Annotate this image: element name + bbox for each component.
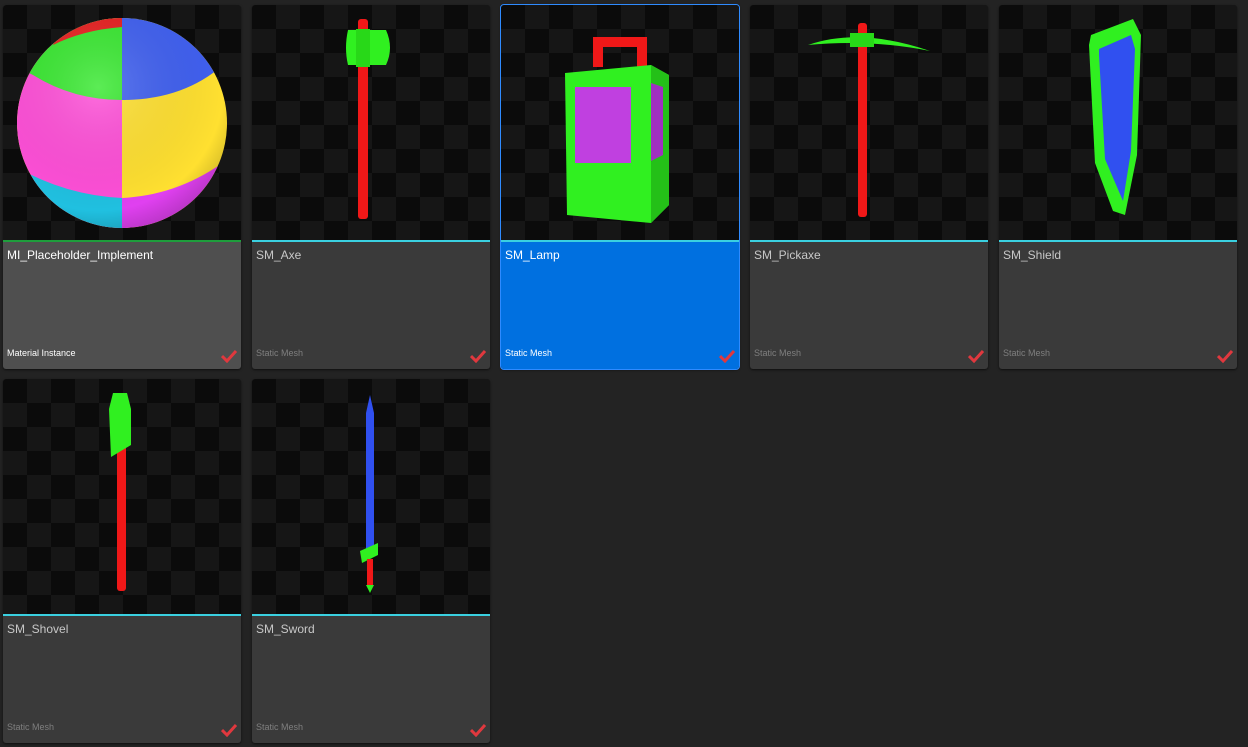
asset-type-strip xyxy=(999,240,1237,242)
asset-thumbnail xyxy=(999,5,1237,240)
axe-mesh-icon xyxy=(346,19,390,219)
lamp-mesh-icon xyxy=(565,37,669,223)
asset-type-label: Static Mesh xyxy=(1003,348,1051,358)
asset-type-label: Static Mesh xyxy=(256,722,304,732)
asset-thumbnail xyxy=(3,5,241,240)
asset-tile-sm-sword[interactable]: SM_Sword Static Mesh xyxy=(252,379,490,743)
asset-type-strip xyxy=(252,614,490,616)
shield-mesh-icon xyxy=(1089,19,1141,215)
asset-thumbnail xyxy=(252,5,490,240)
asset-type-label: Static Mesh xyxy=(256,348,304,358)
asset-type-strip xyxy=(750,240,988,242)
checkmark-icon xyxy=(968,349,984,363)
asset-tile-sm-lamp[interactable]: SM_Lamp Static Mesh xyxy=(500,4,740,370)
asset-tile-sm-pickaxe[interactable]: SM_Pickaxe Static Mesh xyxy=(750,5,988,369)
asset-type-strip xyxy=(3,614,241,616)
asset-type-label: Static Mesh xyxy=(754,348,802,358)
asset-name: SM_Sword xyxy=(256,622,315,636)
asset-thumbnail xyxy=(3,379,241,614)
checkmark-icon xyxy=(470,349,486,363)
asset-grid: MI_Placeholder_Implement Material Instan… xyxy=(0,0,1248,747)
sphere-material-icon xyxy=(17,18,227,228)
asset-name: SM_Pickaxe xyxy=(754,248,821,262)
asset-type-strip xyxy=(3,240,241,242)
shovel-mesh-icon xyxy=(109,393,131,591)
sword-mesh-icon xyxy=(360,395,378,593)
checkmark-icon xyxy=(719,349,735,363)
checkmark-icon xyxy=(1217,349,1233,363)
checkmark-icon xyxy=(221,349,237,363)
asset-tile-sm-axe[interactable]: SM_Axe Static Mesh xyxy=(252,5,490,369)
asset-name: SM_Axe xyxy=(256,248,302,262)
asset-tile-mi-placeholder-implement[interactable]: MI_Placeholder_Implement Material Instan… xyxy=(3,5,241,369)
asset-name: MI_Placeholder_Implement xyxy=(7,248,154,262)
asset-type-strip xyxy=(252,240,490,242)
pickaxe-mesh-icon xyxy=(808,23,930,217)
asset-type-label: Static Mesh xyxy=(7,722,55,732)
asset-type-label: Material Instance xyxy=(7,348,76,358)
asset-tile-sm-shovel[interactable]: SM_Shovel Static Mesh xyxy=(3,379,241,743)
asset-name: SM_Shield xyxy=(1003,248,1062,262)
checkmark-icon xyxy=(470,723,486,737)
asset-name: SM_Shovel xyxy=(7,622,69,636)
asset-name: SM_Lamp xyxy=(505,248,560,262)
asset-type-label: Static Mesh xyxy=(505,348,553,358)
asset-thumbnail xyxy=(750,5,988,240)
checkmark-icon xyxy=(221,723,237,737)
asset-type-strip xyxy=(501,240,739,242)
asset-tile-sm-shield[interactable]: SM_Shield Static Mesh xyxy=(999,5,1237,369)
asset-thumbnail xyxy=(501,5,739,240)
asset-thumbnail xyxy=(252,379,490,614)
